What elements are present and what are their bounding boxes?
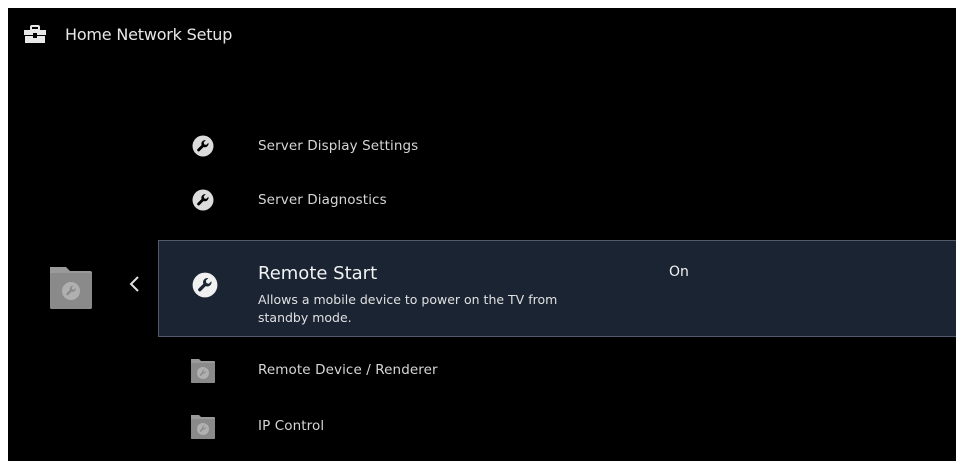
- toolbox-icon: [24, 25, 46, 43]
- parent-folder-icon: [50, 267, 92, 309]
- wrench-icon: [192, 272, 218, 298]
- header: Home Network Setup: [8, 8, 956, 64]
- wrench-icon: [192, 135, 214, 157]
- folder-wrench-icon: [191, 359, 215, 383]
- selected-item-value: On: [669, 264, 689, 280]
- menu-item-label: Remote Device / Renderer: [258, 362, 438, 378]
- menu-item-label: IP Control: [258, 418, 325, 434]
- selected-item-title: Remote Start: [258, 263, 378, 284]
- menu-item-server-diagnostics[interactable]: Server Diagnostics: [158, 176, 956, 224]
- wrench-icon: [192, 189, 214, 211]
- folder-wrench-icon: [191, 415, 215, 439]
- chevron-left-icon[interactable]: [128, 273, 142, 295]
- menu-item-remote-device-renderer[interactable]: Remote Device / Renderer: [158, 346, 956, 394]
- menu-item-remote-start[interactable]: Remote Start Allows a mobile device to p…: [158, 240, 956, 337]
- selected-item-description: Allows a mobile device to power on the T…: [258, 292, 558, 325]
- menu-item-label: Server Diagnostics: [258, 192, 387, 208]
- page-title: Home Network Setup: [65, 25, 233, 44]
- menu-item-server-display-settings[interactable]: Server Display Settings: [158, 122, 956, 170]
- tv-screen: Home Network Setup Server Display Settin…: [8, 8, 956, 461]
- menu-item-label: Server Display Settings: [258, 138, 419, 154]
- menu-item-ip-control[interactable]: IP Control: [158, 402, 956, 450]
